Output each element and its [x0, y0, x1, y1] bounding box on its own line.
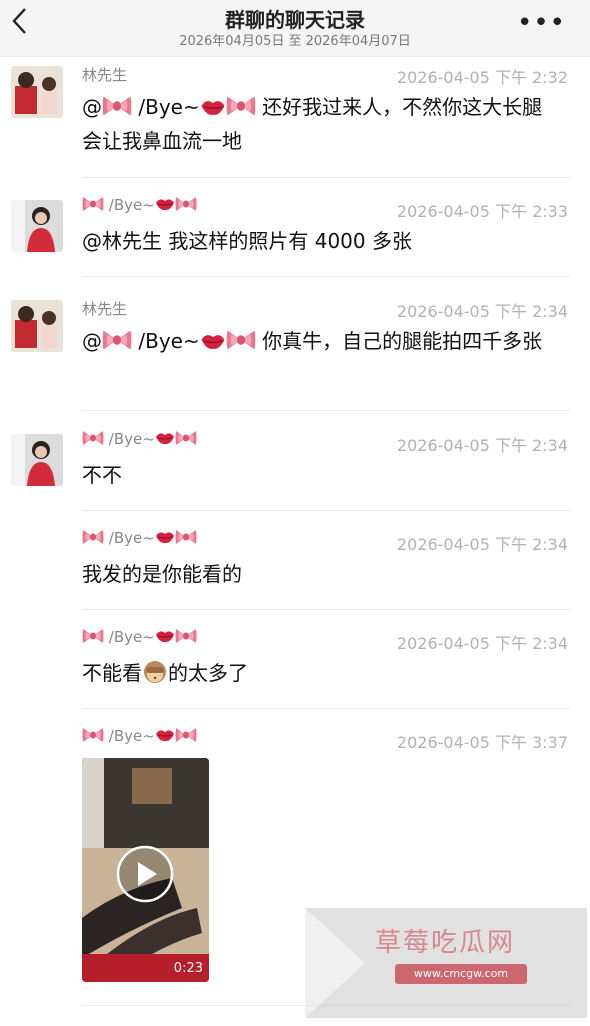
message-item: 林先生 2026-04-05 下午 2:34 @ /Bye~ 你真牛，自己的腿能… — [0, 294, 590, 412]
pink-bow-icon — [226, 95, 256, 117]
divider — [82, 410, 570, 411]
pink-bow-icon — [175, 628, 197, 644]
mention-name: /Bye~ — [138, 329, 200, 353]
message-text: 不不 — [82, 463, 122, 487]
message-body-end: 的太多了 — [168, 661, 248, 685]
more-dots-icon[interactable]: ••• — [517, 8, 566, 38]
see-no-evil-monkey-icon — [144, 661, 166, 683]
pink-bow-icon — [226, 329, 256, 351]
pink-bow-icon — [82, 628, 104, 644]
message-time: 2026-04-05 下午 2:34 — [396, 436, 568, 455]
red-lips-icon — [155, 431, 175, 445]
video-thumbnail[interactable]: 0:23 — [82, 758, 209, 982]
pink-bow-icon — [82, 529, 104, 545]
sender-name: /Bye~ — [82, 628, 197, 646]
message-text: @ /Bye~ 还好我过来人，不然你这大长腿会让我鼻血流一地 — [82, 90, 562, 158]
red-lips-icon — [155, 629, 175, 643]
avatar-lin[interactable] — [11, 300, 63, 352]
sender-name: /Bye~ — [82, 196, 197, 214]
divider — [82, 276, 570, 277]
avatar-bye[interactable] — [11, 200, 63, 252]
message-text: 不能看 的太多了 — [82, 656, 562, 690]
message-body-start: 不能看 — [82, 661, 142, 685]
pink-bow-icon — [102, 329, 132, 351]
message-text: @林先生 我这样的照片有 4000 多张 — [82, 229, 412, 253]
mention-at: @ — [82, 329, 102, 353]
red-lips-icon — [200, 332, 226, 350]
mention-name: /Bye~ — [138, 95, 200, 119]
watermark-title: 草莓吃瓜网 — [375, 928, 516, 958]
pink-bow-icon — [175, 430, 197, 446]
message-time: 2026-04-05 下午 2:32 — [396, 68, 568, 87]
sender-name: /Bye~ — [82, 529, 197, 547]
pink-bow-icon — [175, 196, 197, 212]
pink-bow-icon — [82, 430, 104, 446]
red-lips-icon — [155, 728, 175, 742]
message-item: /Bye~ 2026-04-05 下午 2:34 不能看 的太多了 — [0, 626, 590, 710]
message-text: 我发的是你能看的 — [82, 562, 242, 586]
mention-at: @ — [82, 95, 102, 119]
message-time: 2026-04-05 下午 2:34 — [396, 302, 568, 321]
message-time: 2026-04-05 下午 2:34 — [396, 535, 568, 554]
red-lips-icon — [155, 197, 175, 211]
red-lips-icon — [155, 530, 175, 544]
divider — [82, 177, 570, 178]
watermark: 草莓吃瓜网 www.cmcgw.com — [305, 908, 587, 1018]
pink-bow-icon — [175, 529, 197, 545]
message-time: 2026-04-05 下午 2:34 — [396, 634, 568, 653]
red-lips-icon — [200, 98, 226, 116]
message-item: 林先生 2026-04-05 下午 2:32 @ /Bye~ 还好我过来人，不然… — [0, 60, 590, 178]
video-duration: 0:23 — [173, 961, 203, 976]
divider — [82, 609, 570, 610]
chat-record-header: 群聊的聊天记录 2026年04月05日 至 2026年04月07日 ••• — [0, 0, 590, 57]
watermark-url: www.cmcgw.com — [395, 964, 527, 984]
date-range: 2026年04月05日 至 2026年04月07日 — [179, 34, 411, 49]
sender-name: 林先生 — [82, 66, 128, 84]
message-time: 2026-04-05 下午 2:33 — [396, 202, 568, 221]
avatar-lin[interactable] — [11, 66, 63, 118]
pink-bow-icon — [82, 196, 104, 212]
sender-name: /Bye~ — [82, 727, 197, 745]
message-body: 你真牛，自己的腿能拍四千多张 — [255, 329, 543, 353]
pink-bow-icon — [102, 95, 132, 117]
message-item: /Bye~ 2026-04-05 下午 2:34 不不 — [0, 428, 590, 512]
message-text: @ /Bye~ 你真牛，自己的腿能拍四千多张 — [82, 324, 562, 358]
divider — [82, 708, 570, 709]
avatar-bye[interactable] — [11, 434, 63, 486]
message-time: 2026-04-05 下午 3:37 — [396, 733, 568, 752]
message-item: /Bye~ 2026-04-05 下午 2:34 我发的是你能看的 — [0, 527, 590, 611]
sender-name: 林先生 — [82, 300, 128, 318]
play-icon[interactable] — [115, 844, 175, 904]
sender-name: /Bye~ — [82, 430, 197, 448]
pink-bow-icon — [82, 727, 104, 743]
watermark-arrow-shape — [305, 908, 365, 1018]
divider — [82, 510, 570, 511]
message-item: /Bye~ 2026-04-05 下午 2:33 @林先生 我这样的照片有 40… — [0, 194, 590, 278]
page-title: 群聊的聊天记录 — [225, 8, 365, 32]
pink-bow-icon — [175, 727, 197, 743]
